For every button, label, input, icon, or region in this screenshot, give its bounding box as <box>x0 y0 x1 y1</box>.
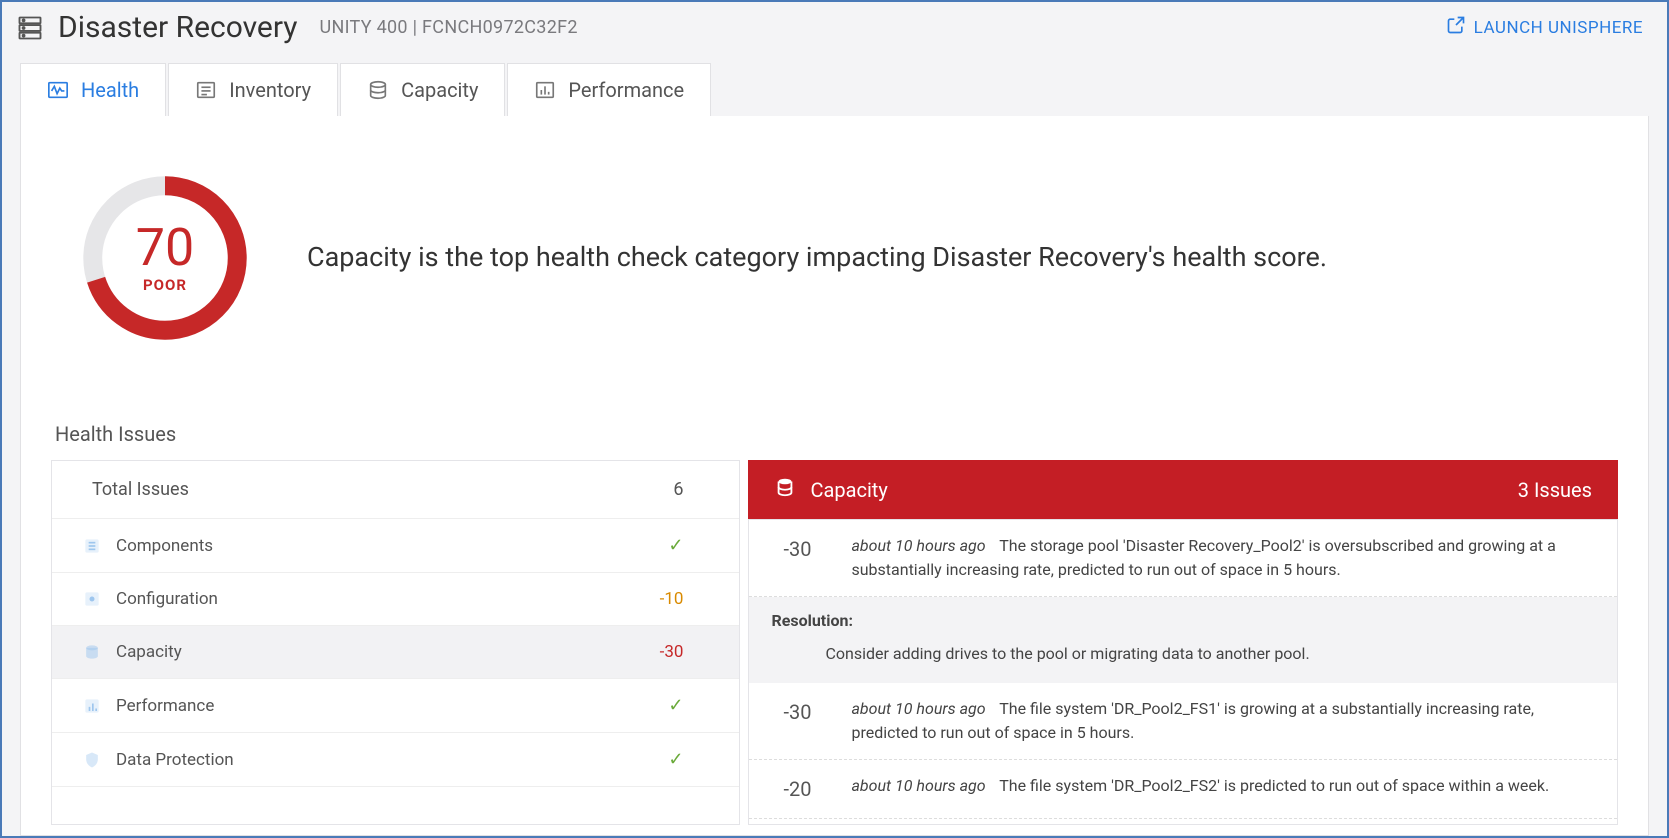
tab-bar: Health Inventory Capacity <box>2 49 1667 116</box>
shield-icon <box>82 750 102 770</box>
health-score-rating: POOR <box>143 276 187 294</box>
category-capacity-value: -30 <box>660 642 684 662</box>
category-row-components[interactable]: Components ✓ <box>52 519 739 573</box>
issue-item[interactable]: -20 about 10 hours ago The file system '… <box>749 760 1617 819</box>
tab-inventory-label: Inventory <box>229 78 311 102</box>
issue-item[interactable]: -30 about 10 hours ago The storage pool … <box>749 520 1617 597</box>
health-score-value: 70 <box>136 222 194 274</box>
issue-timestamp: about 10 hours ago <box>851 536 985 555</box>
issue-timestamp: about 10 hours ago <box>851 699 985 718</box>
resolution-title: Resolution: <box>771 611 1595 630</box>
issues-category-list: Total Issues 6 Components ✓ <box>51 460 740 825</box>
database-icon <box>774 476 796 503</box>
total-issues-label: Total Issues <box>92 479 189 500</box>
bar-chart-icon <box>534 79 556 101</box>
issues-detail-count: 3 Issues <box>1518 478 1592 502</box>
list-icon <box>195 79 217 101</box>
category-components-status-icon: ✓ <box>668 535 683 556</box>
tab-inventory[interactable]: Inventory <box>168 63 338 116</box>
configuration-icon <box>82 589 102 609</box>
page-subtitle: UNITY 400 | FCNCH0972C32F2 <box>319 17 577 38</box>
issues-detail-list[interactable]: -30 about 10 hours ago The storage pool … <box>748 519 1618 825</box>
heartbeat-icon <box>47 79 69 101</box>
components-icon <box>82 536 102 556</box>
category-performance-status-icon: ✓ <box>668 695 683 716</box>
category-row-data-protection[interactable]: Data Protection ✓ <box>52 733 739 787</box>
category-data-protection-label: Data Protection <box>116 750 234 770</box>
category-data-protection-status-icon: ✓ <box>668 749 683 770</box>
category-row-configuration[interactable]: Configuration -10 <box>52 573 739 626</box>
tab-capacity[interactable]: Capacity <box>340 63 505 116</box>
tab-capacity-label: Capacity <box>401 78 478 102</box>
tab-performance-label: Performance <box>568 78 684 102</box>
performance-icon <box>82 696 102 716</box>
issue-item[interactable]: -30 about 10 hours ago The file system '… <box>749 683 1617 760</box>
capacity-icon <box>82 642 102 662</box>
resolution-body: Consider adding drives to the pool or mi… <box>771 644 1595 663</box>
health-score-gauge: 70 POOR <box>79 172 251 344</box>
category-configuration-label: Configuration <box>116 589 218 609</box>
issue-delta: -30 <box>767 697 827 745</box>
launch-unisphere-label: LAUNCH UNISPHERE <box>1474 18 1643 38</box>
issue-text: The file system 'DR_Pool2_FS2' is predic… <box>999 776 1549 795</box>
tab-health[interactable]: Health <box>20 63 166 116</box>
database-icon <box>367 79 389 101</box>
external-link-icon <box>1446 15 1466 40</box>
issue-resolution: Resolution: Consider adding drives to th… <box>749 597 1617 683</box>
issue-delta: -20 <box>767 774 827 804</box>
health-score-message: Capacity is the top health check categor… <box>307 239 1327 277</box>
issue-delta: -30 <box>767 534 827 582</box>
category-configuration-value: -10 <box>660 589 684 609</box>
category-row-capacity[interactable]: Capacity -30 <box>52 626 739 679</box>
issues-detail-title: Capacity <box>810 478 1503 502</box>
page-title: Disaster Recovery <box>58 10 297 45</box>
tab-performance[interactable]: Performance <box>507 63 711 116</box>
total-issues-count: 6 <box>673 479 683 500</box>
health-issues-title: Health Issues <box>55 422 1618 446</box>
tab-health-label: Health <box>81 78 139 102</box>
category-row-performance[interactable]: Performance ✓ <box>52 679 739 733</box>
server-icon <box>16 14 44 42</box>
issue-timestamp: about 10 hours ago <box>851 776 985 795</box>
category-capacity-label: Capacity <box>116 642 182 662</box>
issues-detail-header: Capacity 3 Issues <box>748 460 1618 519</box>
category-components-label: Components <box>116 536 213 556</box>
launch-unisphere-link[interactable]: LAUNCH UNISPHERE <box>1446 15 1643 40</box>
category-performance-label: Performance <box>116 696 214 716</box>
